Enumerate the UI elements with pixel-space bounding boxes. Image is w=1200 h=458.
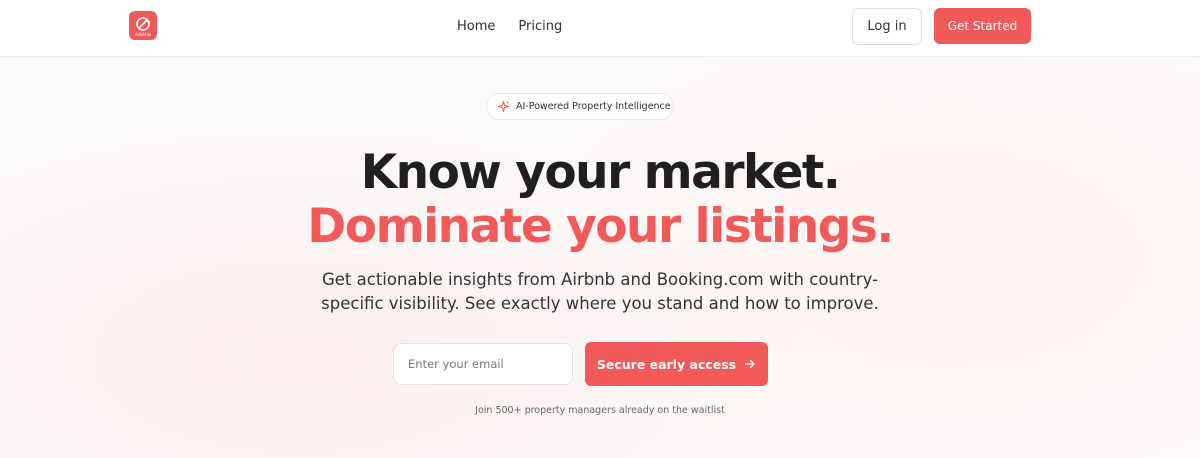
brand-logo[interactable]: AirbMax: [129, 11, 157, 40]
waitlist-note: Join 500+ property managers already on t…: [475, 405, 725, 416]
top-nav: AirbMax Home Pricing Log in Get Started: [0, 0, 1200, 57]
get-started-button[interactable]: Get Started: [934, 8, 1031, 44]
cta-label: Secure early access: [596, 356, 737, 372]
login-button[interactable]: Log in: [852, 8, 922, 45]
sparkle-icon: [497, 100, 510, 113]
arrow-right-icon: [744, 358, 756, 370]
nav-link-home[interactable]: Home: [457, 18, 495, 36]
no-link-icon: [136, 16, 150, 31]
badge-label: AI-Powered Property Intelligence: [516, 101, 671, 112]
nav-link-pricing[interactable]: Pricing: [518, 18, 562, 36]
secure-early-access-button[interactable]: Secure early access: [585, 342, 768, 386]
subheadline: Get actionable insights from Airbnb and …: [321, 270, 879, 313]
main-nav: Home Pricing: [457, 18, 562, 36]
hero-section: AI-Powered Property Intelligence Know yo…: [0, 57, 1200, 458]
email-input[interactable]: [393, 343, 573, 385]
feature-badge: AI-Powered Property Intelligence: [486, 93, 674, 120]
brand-logo-text: AirbMax: [134, 32, 152, 37]
headline-primary: Know your market.: [360, 145, 841, 200]
headline-accent: Dominate your listings.: [307, 199, 894, 254]
